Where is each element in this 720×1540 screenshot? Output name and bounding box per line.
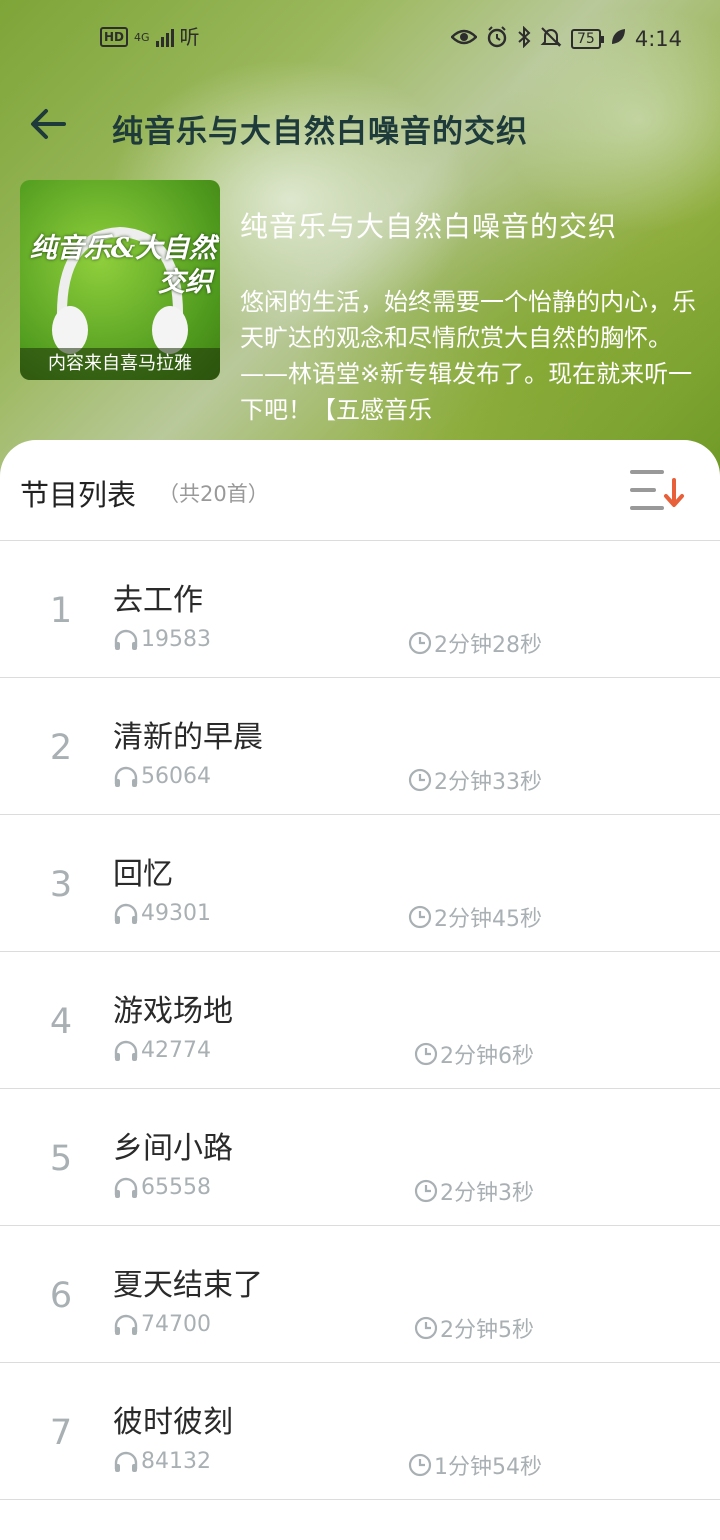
program-list-title: 节目列表 bbox=[20, 478, 137, 512]
play-count: 84132 bbox=[113, 1449, 211, 1474]
duration-value: 1分钟54秒 bbox=[434, 1455, 542, 1480]
sort-button[interactable] bbox=[626, 464, 690, 518]
program-row[interactable]: 5 乡间小路 65558 2分钟3秒 bbox=[0, 1089, 720, 1226]
program-list: 1 去工作 19583 2分钟28秒 2 清新的早晨 56064 2分钟33秒 bbox=[0, 541, 720, 1500]
headphone-icon bbox=[114, 903, 138, 924]
duration-value: 2分钟3秒 bbox=[440, 1181, 534, 1206]
play-count: 65558 bbox=[113, 1175, 211, 1200]
program-row[interactable]: 2 清新的早晨 56064 2分钟33秒 bbox=[0, 678, 720, 815]
arrow-left-icon bbox=[31, 109, 66, 139]
program-number: 6 bbox=[49, 1276, 73, 1316]
clock-icon bbox=[414, 1316, 438, 1340]
network-type: 4G bbox=[134, 30, 150, 44]
duration-value: 2分钟33秒 bbox=[434, 770, 542, 795]
headphone-icon bbox=[114, 766, 138, 787]
program-title: 去工作 bbox=[113, 583, 203, 618]
program-number: 5 bbox=[49, 1139, 73, 1179]
bluetooth-icon bbox=[517, 25, 531, 52]
clock-icon bbox=[408, 631, 432, 655]
clock-icon bbox=[408, 768, 432, 792]
duration-value: 2分钟5秒 bbox=[440, 1318, 534, 1343]
clock-icon bbox=[408, 1453, 432, 1477]
play-count: 56064 bbox=[113, 764, 211, 789]
signal-icon bbox=[155, 27, 174, 47]
play-count-value: 19583 bbox=[141, 627, 211, 652]
play-count: 42774 bbox=[113, 1038, 211, 1063]
duration: 2分钟5秒 bbox=[414, 1312, 534, 1344]
program-title: 夏天结束了 bbox=[113, 1268, 263, 1303]
duration: 2分钟6秒 bbox=[414, 1038, 534, 1070]
cover-title-line-1: 纯音乐&大自然 bbox=[29, 233, 217, 264]
program-list-panel: 节目列表 （共20首） 1 去工作 19583 2分钟28秒 2 清新的早晨 5… bbox=[0, 440, 720, 1540]
headphone-icon bbox=[114, 629, 138, 650]
duration: 2分钟3秒 bbox=[414, 1175, 534, 1207]
app-notification-label: 听 bbox=[179, 25, 200, 49]
album-hero-background: HD 4G 听 75 4:14 纯音乐与大自然白噪音的交织 纯音乐&大自然 交织… bbox=[0, 0, 720, 480]
battery-indicator: 75 bbox=[571, 29, 604, 49]
program-list-header: 节目列表 （共20首） bbox=[0, 440, 720, 541]
headphone-icon bbox=[114, 1040, 138, 1061]
sort-descending-icon bbox=[630, 470, 684, 510]
cover-credit: 内容来自喜马拉雅 bbox=[20, 348, 220, 380]
album-cover[interactable]: 纯音乐&大自然 交织 内容来自喜马拉雅 bbox=[20, 180, 220, 380]
program-title: 彼时彼刻 bbox=[113, 1405, 233, 1440]
play-count: 19583 bbox=[113, 627, 211, 652]
program-row[interactable]: 3 回忆 49301 2分钟45秒 bbox=[0, 815, 720, 952]
status-right: 75 4:14 bbox=[450, 25, 682, 52]
status-bar: HD 4G 听 75 4:14 bbox=[0, 22, 720, 62]
duration: 2分钟33秒 bbox=[408, 764, 542, 796]
clock-icon bbox=[408, 905, 432, 929]
cover-title-line-2: 交织 bbox=[158, 267, 212, 298]
mute-bell-icon bbox=[540, 26, 562, 52]
status-left: HD 4G 听 bbox=[100, 26, 200, 48]
album-title: 纯音乐与大自然白噪音的交织 bbox=[240, 210, 618, 243]
play-count-value: 65558 bbox=[141, 1175, 211, 1200]
program-title: 乡间小路 bbox=[113, 1131, 233, 1166]
leaf-icon bbox=[610, 28, 626, 50]
play-count-value: 84132 bbox=[141, 1449, 211, 1474]
program-number: 4 bbox=[49, 1002, 73, 1042]
eye-icon bbox=[450, 28, 478, 50]
duration-value: 2分钟6秒 bbox=[440, 1044, 534, 1069]
clock-time: 4:14 bbox=[634, 27, 682, 51]
program-row[interactable]: 7 彼时彼刻 84132 1分钟54秒 bbox=[0, 1363, 720, 1500]
program-row[interactable]: 6 夏天结束了 74700 2分钟5秒 bbox=[0, 1226, 720, 1363]
alarm-icon bbox=[486, 26, 508, 52]
play-count-value: 42774 bbox=[141, 1038, 211, 1063]
program-count: （共20首） bbox=[158, 482, 269, 506]
program-row[interactable]: 1 去工作 19583 2分钟28秒 bbox=[0, 541, 720, 678]
headphone-icon bbox=[114, 1314, 138, 1335]
clock-icon bbox=[414, 1179, 438, 1203]
duration: 2分钟28秒 bbox=[408, 627, 542, 659]
program-number: 1 bbox=[49, 591, 73, 631]
duration-value: 2分钟28秒 bbox=[434, 633, 542, 658]
hd-badge: HD bbox=[100, 27, 129, 47]
program-number: 3 bbox=[49, 865, 73, 905]
play-count-value: 56064 bbox=[141, 764, 211, 789]
program-number: 7 bbox=[49, 1413, 73, 1453]
play-count-value: 74700 bbox=[141, 1312, 211, 1337]
program-row[interactable]: 4 游戏场地 42774 2分钟6秒 bbox=[0, 952, 720, 1089]
clock-icon bbox=[414, 1042, 438, 1066]
duration: 1分钟54秒 bbox=[408, 1449, 542, 1481]
page-title: 纯音乐与大自然白噪音的交织 bbox=[112, 114, 528, 150]
cover-title: 纯音乐&大自然 交织 bbox=[28, 232, 218, 300]
duration: 2分钟45秒 bbox=[408, 901, 542, 933]
play-count-value: 49301 bbox=[141, 901, 211, 926]
program-title: 回忆 bbox=[113, 857, 173, 892]
back-button[interactable] bbox=[28, 104, 68, 153]
play-count: 49301 bbox=[113, 901, 211, 926]
program-title: 清新的早晨 bbox=[113, 720, 263, 755]
duration-value: 2分钟45秒 bbox=[434, 907, 542, 932]
program-number: 2 bbox=[49, 728, 73, 768]
top-nav: 纯音乐与大自然白噪音的交织 bbox=[0, 96, 720, 156]
headphone-icon bbox=[114, 1451, 138, 1472]
album-description[interactable]: 悠闲的生活，始终需要一个怡静的内心，乐天旷达的观念和尽情欣赏大自然的胸怀。——林… bbox=[240, 284, 696, 434]
program-title: 游戏场地 bbox=[113, 994, 233, 1029]
headphone-icon bbox=[114, 1177, 138, 1198]
play-count: 74700 bbox=[113, 1312, 211, 1337]
